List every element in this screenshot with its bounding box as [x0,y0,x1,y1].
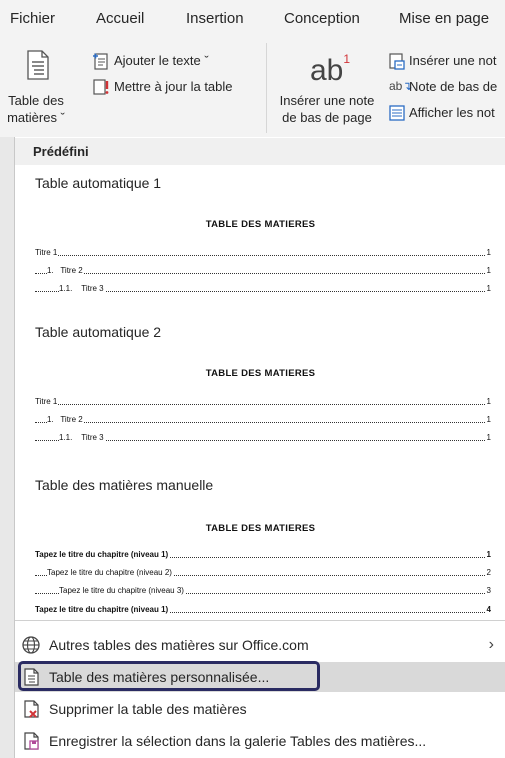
toc-dropdown-menu: Prédéfini Table automatique 1 TABLE DES … [14,137,505,758]
insert-footnote-label: Insérer une note de bas de page [272,92,382,126]
insert-endnote-label: Insérer une not [409,53,497,68]
next-footnote-button[interactable]: ab↴ Note de bas de [388,78,505,98]
insert-footnote-line2: de bas de page [282,110,372,125]
ribbon: Fichier Accueil Insertion Conception Mis… [0,0,505,137]
remove-toc-label: Supprimer la table des matières [49,701,247,717]
document-icon [24,668,39,686]
update-table-icon [93,79,109,95]
insert-endnote-icon [389,53,405,70]
toc-preview-line: Titre 11 [35,397,491,406]
toc-icon [27,50,49,80]
save-gallery-icon [24,732,39,750]
toc-preview-line: Tapez le titre du chapitre (niveau 2) 2 [35,568,491,579]
tab-insertion[interactable]: Insertion [186,10,244,27]
show-notes-button[interactable]: Afficher les not [388,104,505,124]
toc-gallery-item-auto1[interactable]: Table automatique 1 TABLE DES MATIERES T… [15,165,505,300]
insert-footnote-button[interactable]: ab1 Insérer une note de bas de page [272,46,386,134]
update-table-label: Mettre à jour la table [114,79,233,94]
toc-gallery-item-auto2[interactable]: Table automatique 2 TABLE DES MATIERES T… [15,314,505,449]
add-text-button[interactable]: Ajouter le texte ˇ [92,52,262,72]
ribbon-divider [266,43,267,133]
footnote-sup: 1 [343,52,351,66]
show-notes-icon [389,105,405,121]
toc-preview-heading: TABLE DES MATIERES [205,219,316,230]
save-selection-gallery-item[interactable]: Enregistrer la sélection dans la galerie… [15,726,505,756]
group-title: Table automatique 1 [35,175,162,191]
insert-endnote-button[interactable]: Insérer une not [388,52,505,72]
toc-preview-heading: TABLE DES MATIERES [205,523,316,534]
insert-footnote-line1: Insérer une note [279,93,375,108]
toc-button-line1: Table des [8,93,64,108]
toc-preview-line: Titre 11 [35,248,491,257]
save-selection-gallery-label: Enregistrer la sélection dans la galerie… [49,733,427,749]
group-title: Table automatique 2 [35,324,162,340]
show-notes-label: Afficher les not [409,105,495,120]
more-tocs-office-label: Autres tables des matières sur Office.co… [49,637,309,653]
menu-divider [15,620,505,621]
group-title: Table des matières manuelle [35,477,214,493]
toc-preview-line: Tapez le titre du chapitre (niveau 1) 4 [35,605,491,614]
more-tocs-office-item[interactable]: Autres tables des matières sur Office.co… [15,630,505,660]
document-background [0,137,14,758]
toc-preview-heading: TABLE DES MATIERES [205,368,316,379]
toc-preview-line: Tapez le titre du chapitre (niveau 3) 3 [35,586,491,597]
toc-button-label: Table des matières ˇ [0,92,72,126]
tab-accueil[interactable]: Accueil [96,10,144,27]
footnote-glyph: ab [310,54,344,87]
tab-conception[interactable]: Conception [284,10,360,27]
toc-preview-line: 1. Titre 21 [35,415,491,426]
globe-icon [22,636,40,654]
next-footnote-label: Note de bas de [409,79,498,94]
toc-preview-line: 1.1. Titre 31 [35,284,491,295]
section-title: Prédéfini [15,138,505,165]
toc-button-line2: matières ˇ [7,110,65,125]
tab-mise-en-page[interactable]: Mise en page [399,10,489,27]
chevron-right-icon: › [488,636,494,653]
remove-toc-item[interactable]: Supprimer la table des matières [15,694,505,724]
toc-preview-line: 1.1. Titre 31 [35,433,491,444]
toc-preview-line: 1. Titre 21 [35,266,491,277]
custom-toc-label: Table des matières personnalisée... [49,669,270,685]
toc-preview-line: Tapez le titre du chapitre (niveau 1) 1 [35,550,491,559]
add-text-icon [93,53,108,70]
add-text-label: Ajouter le texte ˇ [114,53,209,68]
delete-document-icon [24,700,39,718]
tab-fichier[interactable]: Fichier [10,10,55,27]
update-table-button[interactable]: Mettre à jour la table [92,78,262,98]
custom-toc-item[interactable]: Table des matières personnalisée... [15,661,505,692]
toc-button[interactable]: Table des matières ˇ [4,46,76,134]
toc-gallery-item-manual[interactable]: Table des matières manuelle TABLE DES MA… [15,463,505,615]
footnote-icon: ab1 [310,52,351,88]
